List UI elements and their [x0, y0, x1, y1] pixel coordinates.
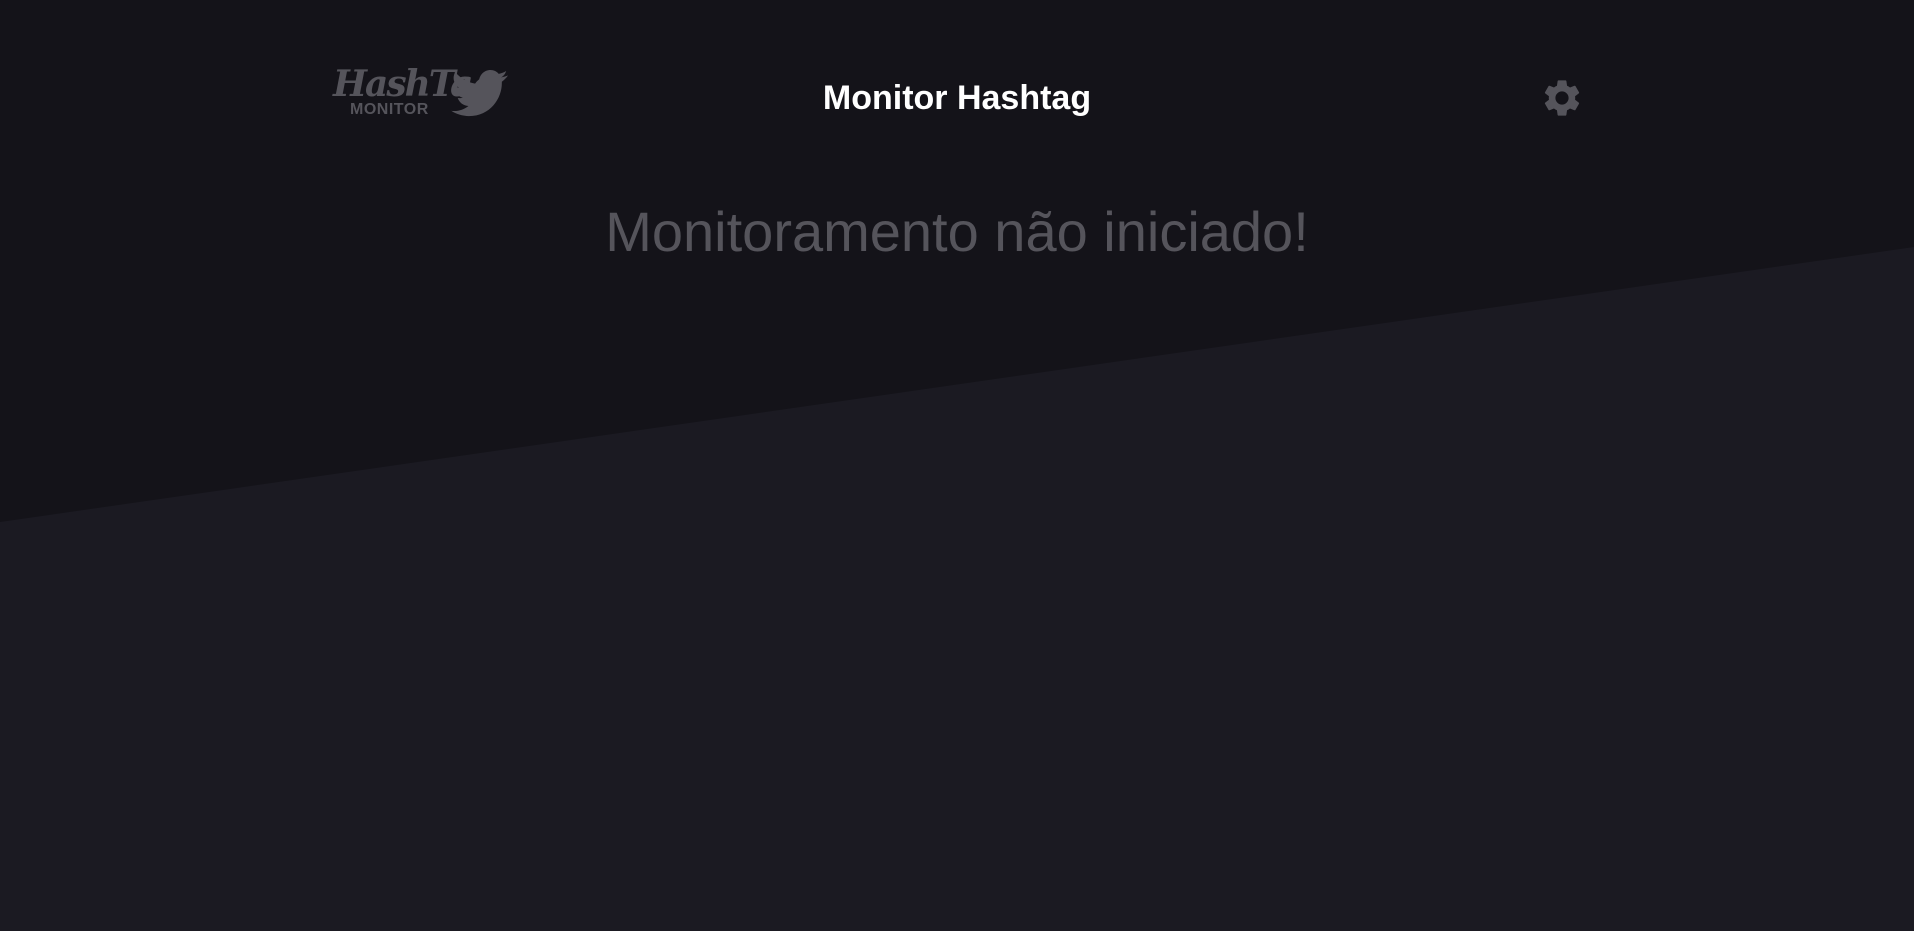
app-header: HashTag MONITOR Monitor Hashtag	[0, 0, 1914, 190]
monitoring-status-message: Monitoramento não iniciado!	[605, 200, 1309, 263]
twitter-bird-icon	[451, 70, 508, 117]
app-logo[interactable]: HashTag MONITOR	[333, 66, 513, 122]
logo-subtitle: MONITOR	[350, 101, 429, 118]
settings-button[interactable]	[1540, 76, 1584, 120]
page-title: Monitor Hashtag	[822, 79, 1092, 117]
app-page: HashTag MONITOR Monitor Hashtag Monitora…	[0, 0, 1914, 931]
gear-icon	[1544, 80, 1580, 116]
